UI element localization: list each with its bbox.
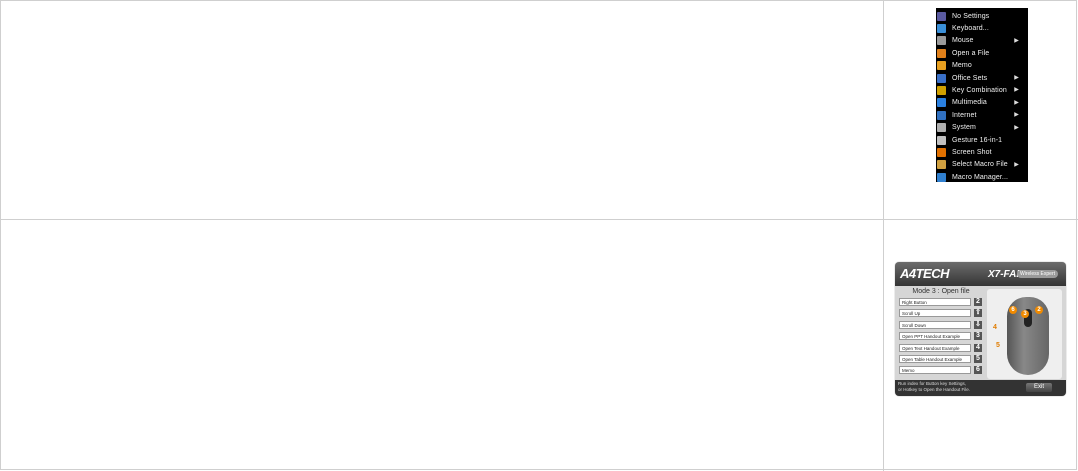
submenu-arrow-icon: ▶ (1014, 112, 1019, 119)
menu-item[interactable]: Multimedia ▶ (936, 97, 1028, 109)
assignment-field[interactable]: Scroll Down (899, 320, 971, 329)
assignment-field[interactable]: Open Table Handout Example (899, 354, 971, 363)
table-frame (0, 0, 1077, 470)
menu-item-label: Select Macro File (952, 161, 1008, 169)
menu-item-label: Keyboard... (952, 25, 989, 33)
submenu-arrow-icon: ▶ (1014, 37, 1019, 44)
gesture-icon (937, 135, 946, 145)
button-number-badge: ⇩ (974, 320, 982, 329)
multimedia-icon (937, 98, 946, 108)
internet-icon (937, 110, 946, 120)
assignment-field[interactable]: Right Button (899, 298, 971, 306)
row-divider (0, 219, 1078, 220)
memo-icon (937, 61, 946, 71)
key-combination-icon (937, 86, 946, 96)
button-number-badge: ⇧ (974, 309, 982, 318)
button-assignment-list: Right Button 2 Scroll Up ⇧ Scroll Down ⇩ Open … (899, 297, 983, 377)
panel-footer: Run index for Button key Settings, or Ho… (895, 380, 1066, 396)
a4tech-logo: A4TECH (900, 266, 950, 281)
menu-item-label: Key Combination (952, 87, 1007, 95)
macro-file-icon (937, 160, 946, 170)
menu-item[interactable]: Open a File (936, 47, 1028, 59)
context-menu: No Settings Keyboard... Mouse ▶ Open a File M… (936, 8, 1028, 182)
screen-shot-icon (937, 147, 946, 157)
menu-item[interactable]: Mouse ▶ (936, 35, 1028, 47)
assignment-row: Open PPT Handout Example 3 (899, 331, 983, 342)
menu-item[interactable]: Screen Shot (936, 146, 1028, 158)
menu-item[interactable]: Key Combination ▶ (936, 84, 1028, 96)
menu-item-label: Macro Manager... (952, 173, 1009, 181)
button-number-badge: 3 (974, 332, 982, 341)
menu-item[interactable]: Keyboard... (936, 22, 1028, 34)
assignment-row: Memo 6 (899, 365, 983, 376)
menu-item[interactable]: Gesture 16-in-1 (936, 134, 1028, 146)
column-divider (883, 0, 884, 471)
assignment-row: Open Table Handout Example 5 (899, 354, 983, 365)
macro-manager-icon (937, 172, 946, 182)
open-file-icon (937, 48, 946, 58)
menu-item-label: Office Sets (952, 74, 988, 82)
menu-item-label: Multimedia (952, 99, 987, 107)
assignment-field[interactable]: Open Text Handout Example (899, 343, 971, 352)
submenu-arrow-icon: ▶ (1014, 99, 1019, 106)
menu-item[interactable]: Select Macro File ▶ (936, 159, 1028, 171)
system-icon (937, 123, 946, 133)
menu-item-label: Mouse (952, 37, 974, 45)
assignment-field[interactable]: Memo (899, 366, 971, 375)
menu-item[interactable]: System ▶ (936, 122, 1028, 134)
assignment-field[interactable]: Scroll Up (899, 309, 971, 318)
menu-item-label: Internet (952, 111, 977, 119)
submenu-arrow-icon: ▶ (1014, 161, 1019, 168)
assignment-row: Scroll Down ⇩ (899, 320, 983, 331)
menu-item[interactable]: Macro Manager... (936, 171, 1028, 183)
mode-title: Mode 3 : Open file (912, 288, 970, 295)
button-number-badge: 5 (974, 354, 982, 363)
assignment-row: Open Text Handout Example 4 (899, 343, 983, 354)
menu-item-label: Open a File (952, 49, 990, 57)
button-4-label[interactable]: 4 (993, 324, 997, 331)
button-3-badge[interactable]: 3 (1021, 310, 1029, 318)
assignment-row: Scroll Up ⇧ (899, 308, 983, 319)
submenu-arrow-icon: ▶ (1014, 124, 1019, 131)
menu-item-label: No Settings (952, 12, 990, 20)
submenu-arrow-icon: ▶ (1014, 87, 1019, 94)
menu-item[interactable]: Memo (936, 60, 1028, 72)
button-6-badge[interactable]: 6 (1009, 306, 1017, 314)
menu-item[interactable]: No Settings (936, 10, 1028, 22)
menu-item[interactable]: Office Sets ▶ (936, 72, 1028, 84)
a4tech-mode-panel: A4TECH X7-FAR Wireless Expert Mode 3 : O… (895, 262, 1066, 396)
mouse-icon (937, 36, 946, 46)
button-number-badge: 4 (974, 343, 982, 352)
footer-hint: Run index for Button key Settings, or Ho… (898, 381, 971, 392)
no-settings-icon (937, 11, 946, 21)
keyboard-icon (937, 24, 946, 34)
menu-item[interactable]: Internet ▶ (936, 109, 1028, 121)
button-number-badge: 2 (974, 298, 982, 306)
menu-item-label: System (952, 124, 976, 132)
exit-button[interactable]: Exit (1026, 383, 1052, 392)
button-2-badge[interactable]: 2 (1035, 306, 1043, 314)
office-sets-icon (937, 73, 946, 83)
assignment-field[interactable]: Open PPT Handout Example (899, 332, 971, 341)
panel-header: A4TECH X7-FAR Wireless Expert (895, 262, 1066, 286)
menu-item-label: Screen Shot (952, 148, 992, 156)
assignment-row: Right Button 2 (899, 297, 983, 308)
button-5-label[interactable]: 5 (996, 342, 1000, 349)
mouse-diagram: 6 3 2 4 5 (987, 289, 1062, 379)
wireless-expert-badge: Wireless Expert (1017, 270, 1059, 278)
submenu-arrow-icon: ▶ (1014, 74, 1019, 81)
menu-item-label: Gesture 16-in-1 (952, 136, 1003, 144)
menu-item-label: Memo (952, 62, 972, 70)
button-number-badge: 6 (974, 366, 982, 375)
